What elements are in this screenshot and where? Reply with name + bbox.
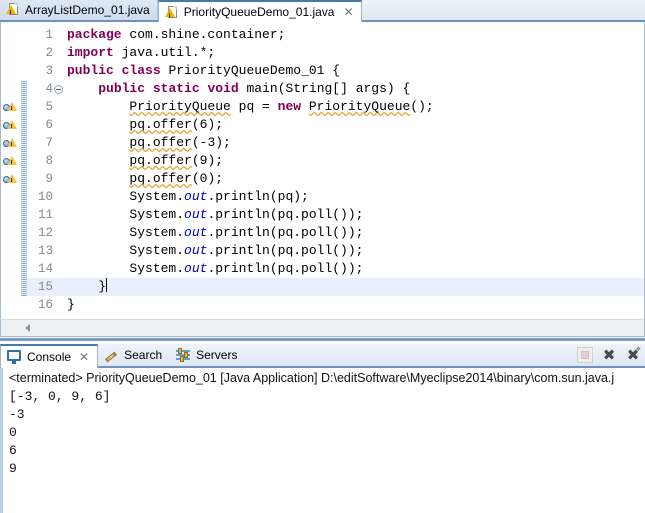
warning-marker-icon[interactable]: [3, 99, 19, 115]
code-line[interactable]: pq.offer(9);: [67, 152, 434, 170]
warning-marker-icon[interactable]: [3, 153, 19, 169]
line-number: 5: [45, 100, 53, 114]
code-line[interactable]: System.out.println(pq);: [67, 188, 434, 206]
tab-console[interactable]: Console ✕: [0, 344, 99, 368]
sparkle-icon: ✦: [634, 345, 642, 355]
console-monitor-icon: [7, 350, 22, 364]
line-number: 11: [37, 208, 53, 222]
warning-marker-icon[interactable]: [3, 171, 19, 187]
code-line[interactable]: pq.offer(0);: [67, 170, 434, 188]
line-number: 13: [37, 244, 53, 258]
code-line[interactable]: System.out.println(pq.poll());: [67, 206, 434, 224]
line-number: 16: [37, 298, 53, 312]
editor-horizontal-scrollbar[interactable]: [0, 319, 645, 337]
console-panel: Console ✕ Search Servers ✖ ✖ ✦ <terminat…: [0, 344, 645, 513]
eclipse-ide-window: ArrayListDemo_01.java PriorityQueueDemo_…: [0, 0, 645, 513]
annotation-gutter[interactable]: [1, 22, 21, 319]
code-line[interactable]: System.out.println(pq.poll());: [67, 224, 434, 242]
servers-sliders-icon: [176, 347, 191, 362]
editor-tab-label: ArrayListDemo_01.java: [25, 2, 150, 17]
close-icon[interactable]: ✕: [343, 6, 353, 18]
line-number: 6: [45, 118, 53, 132]
code-text[interactable]: package com.shine.container; import java.…: [67, 26, 434, 314]
code-line[interactable]: pq.offer(-3);: [67, 134, 434, 152]
remove-all-terminated-button[interactable]: ✖ ✦: [625, 345, 642, 364]
console-tab-label: Servers: [196, 347, 238, 362]
terminate-button: [577, 347, 593, 363]
code-line[interactable]: System.out.println(pq.poll());: [67, 260, 434, 278]
close-icon[interactable]: ✕: [79, 351, 89, 363]
console-output-area[interactable]: <terminated> PriorityQueueDemo_01 [Java …: [0, 368, 645, 513]
java-file-warning-icon: [6, 2, 20, 17]
code-line[interactable]: }: [67, 278, 434, 296]
console-output-lines: [-3, 0, 9, 6] -3 0 6 9: [9, 388, 645, 478]
console-output-line: 9: [9, 461, 17, 476]
code-line[interactable]: package com.shine.container;: [67, 26, 434, 44]
code-line[interactable]: import java.util.*;: [67, 44, 434, 62]
console-output-line: [-3, 0, 9, 6]: [9, 389, 111, 404]
scroll-left-icon[interactable]: [25, 324, 30, 332]
line-number: 1: [45, 28, 53, 42]
console-output-line: -3: [9, 407, 25, 422]
code-line[interactable]: public class PriorityQueueDemo_01 {: [67, 62, 434, 80]
line-number: 7: [45, 136, 53, 150]
code-line[interactable]: pq.offer(6);: [67, 116, 434, 134]
warning-marker-icon[interactable]: [3, 135, 19, 151]
line-number: 10: [37, 190, 53, 204]
editor-tab-priorityqueuedemo[interactable]: PriorityQueueDemo_01.java ✕: [157, 0, 362, 22]
console-output-line: 6: [9, 443, 17, 458]
line-number: 4: [45, 82, 53, 96]
line-number: 8: [45, 154, 53, 168]
line-number: 12: [37, 226, 53, 240]
warning-marker-icon[interactable]: [3, 117, 19, 133]
code-line[interactable]: PriorityQueue pq = new PriorityQueue();: [67, 98, 433, 116]
line-number: 2: [45, 46, 53, 60]
console-toolbar: ✖ ✖ ✦: [577, 345, 642, 364]
line-number: 14: [37, 262, 53, 276]
remove-launch-button[interactable]: ✖: [601, 347, 617, 363]
line-number: 15: [37, 280, 53, 294]
editor-tab-arraylistdemo[interactable]: ArrayListDemo_01.java: [0, 0, 158, 20]
console-terminated-header: <terminated> PriorityQueueDemo_01 [Java …: [9, 371, 615, 385]
code-line[interactable]: System.out.println(pq.poll());: [67, 242, 434, 260]
console-tab-bar: Console ✕ Search Servers ✖ ✖ ✦: [0, 344, 645, 368]
line-number: 9: [45, 172, 53, 186]
line-number-ruler: 1 2 3 4 5 6 7 8 9 10 11 12 13 14 15 16: [27, 26, 53, 314]
console-tab-label: Console: [27, 350, 72, 364]
editor-panel: ArrayListDemo_01.java PriorityQueueDemo_…: [0, 0, 645, 341]
code-editor[interactable]: 1 2 3 4 5 6 7 8 9 10 11 12 13 14 15 16 package com.shin…: [0, 22, 645, 319]
console-tab-label: Search: [124, 347, 163, 362]
code-line[interactable]: public static void main(String[] args) {: [67, 80, 434, 98]
tab-servers[interactable]: Servers: [170, 343, 245, 366]
tab-search[interactable]: Search: [98, 343, 170, 366]
console-output-line: 0: [9, 425, 17, 440]
editor-panel-divider: [0, 338, 645, 341]
code-line[interactable]: }: [67, 296, 434, 314]
search-pencil-icon: [104, 348, 119, 362]
editor-tab-bar: ArrayListDemo_01.java PriorityQueueDemo_…: [0, 0, 645, 22]
java-file-warning-icon: [164, 5, 179, 20]
fold-collapse-icon[interactable]: [54, 85, 63, 94]
editor-tab-label: PriorityQueueDemo_01.java: [183, 5, 335, 19]
line-number: 3: [45, 64, 53, 78]
